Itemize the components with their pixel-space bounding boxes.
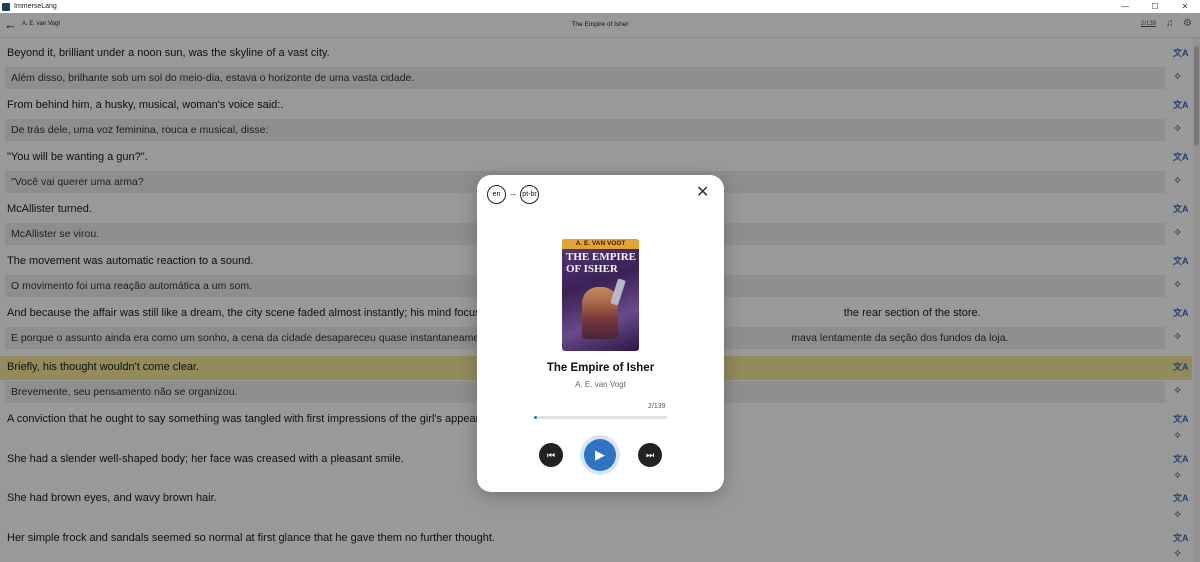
arrow-right-icon: → — [508, 188, 517, 198]
progress-fill — [534, 416, 537, 419]
cover-title-line-2: OF ISHER — [566, 263, 618, 275]
window-title: ImmerseLang — [14, 3, 57, 10]
target-language-badge[interactable]: pt-br — [520, 185, 539, 204]
modal-book-author: A. E. van Vogt — [575, 380, 626, 389]
skip-next-button[interactable]: ⏭ — [638, 443, 662, 467]
window-titlebar: ImmerseLang — ☐ ✕ — [0, 0, 1200, 13]
maximize-button[interactable]: ☐ — [1140, 0, 1170, 13]
app-logo-icon — [2, 2, 10, 11]
player-modal: en → pt-br ✕ A. E. VAN VOGT THE EMPIRE O… — [477, 175, 724, 492]
cover-author: A. E. VAN VOGT — [562, 239, 639, 249]
cover-title-line-1: THE EMPIRE — [566, 251, 636, 263]
skip-previous-icon: ⏮ — [546, 450, 556, 460]
play-icon: ▶ — [595, 447, 605, 462]
skip-next-icon: ⏭ — [645, 450, 655, 460]
book-cover-image: A. E. VAN VOGT THE EMPIRE OF ISHER — [562, 239, 639, 351]
close-window-button[interactable]: ✕ — [1170, 0, 1200, 13]
progress-bar[interactable] — [534, 416, 667, 419]
minimize-button[interactable]: — — [1110, 0, 1140, 13]
skip-previous-button[interactable]: ⏮ — [539, 443, 563, 467]
cover-title: THE EMPIRE OF ISHER — [562, 251, 639, 275]
play-button[interactable]: ▶ — [584, 439, 616, 471]
cover-gun — [610, 278, 626, 306]
close-modal-button[interactable]: ✕ — [696, 183, 709, 203]
progress-count: 2/139 — [648, 403, 666, 410]
modal-book-title: The Empire of Isher — [546, 362, 655, 374]
window-controls: — ☐ ✕ — [1110, 0, 1200, 13]
source-language-badge[interactable]: en — [487, 185, 506, 204]
